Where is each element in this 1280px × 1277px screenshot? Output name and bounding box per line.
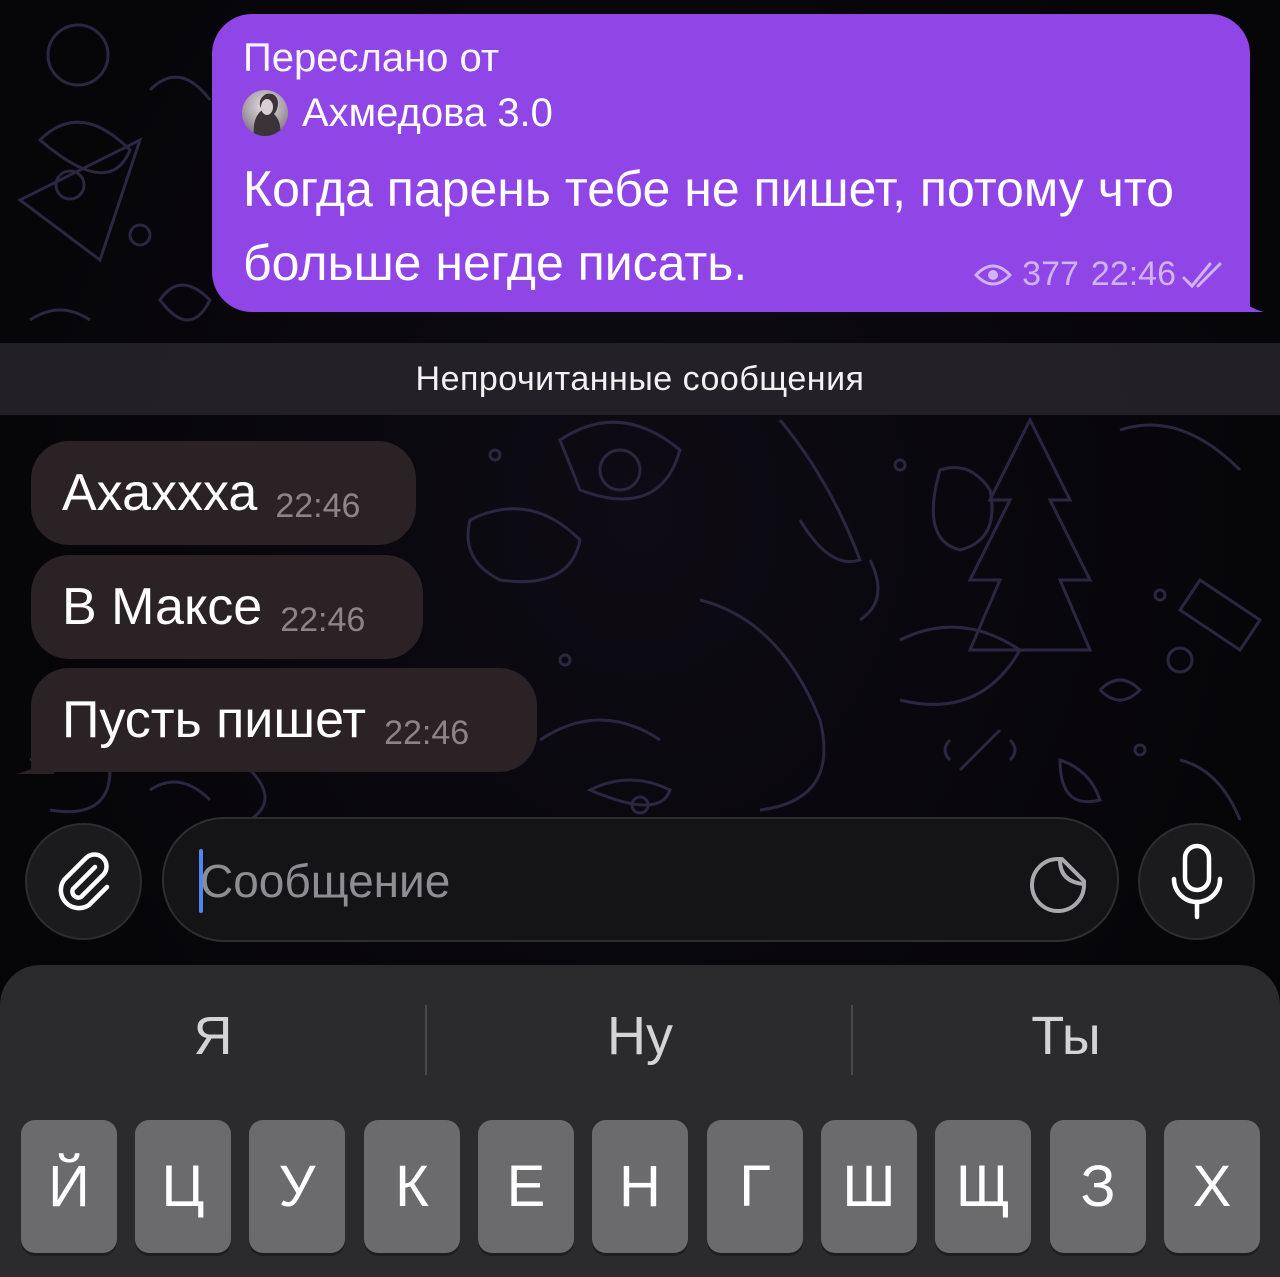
incoming-message[interactable]: Ахаххха 22:46 xyxy=(31,441,416,545)
microphone-icon xyxy=(1171,843,1222,919)
key-г[interactable]: Г xyxy=(707,1120,803,1253)
message-text: Ахаххха xyxy=(62,464,258,522)
suggestion-item[interactable]: Я xyxy=(0,1005,426,1075)
unread-divider-label: Непрочитанные сообщения xyxy=(415,359,865,398)
microphone-button[interactable] xyxy=(1138,823,1255,940)
unread-messages-divider: Непрочитанные сообщения xyxy=(0,343,1280,415)
message-time: 22:46 xyxy=(384,713,470,752)
sticker-icon[interactable] xyxy=(1028,855,1088,915)
double-check-icon xyxy=(1182,262,1222,288)
key-ц[interactable]: Ц xyxy=(135,1120,231,1253)
message-input-container[interactable] xyxy=(162,817,1119,942)
message-time: 22:46 xyxy=(275,486,361,525)
key-к[interactable]: К xyxy=(364,1120,460,1253)
incoming-bubble-tail xyxy=(16,730,54,774)
message-time: 22:46 xyxy=(280,600,366,639)
chat-screen: Переслано от Ахмедова 3.0 Когда парень т… xyxy=(0,0,1280,1277)
forwarded-from-label: Переслано от xyxy=(243,36,500,80)
source-avatar[interactable] xyxy=(242,90,288,136)
keyboard-suggestions: Я Ну Ты xyxy=(0,965,1280,1115)
key-ш[interactable]: Ш xyxy=(821,1120,917,1253)
avatar-silhouette-icon xyxy=(253,93,281,136)
key-н[interactable]: Н xyxy=(592,1120,688,1253)
suggestion-item[interactable]: Ну xyxy=(427,1005,853,1075)
suggestion-item[interactable]: Ты xyxy=(853,1005,1279,1075)
message-text: В Максе xyxy=(62,578,263,636)
key-й[interactable]: Й xyxy=(21,1120,117,1253)
text-caret xyxy=(199,849,203,913)
key-х[interactable]: Х xyxy=(1164,1120,1260,1253)
message-meta: 377 22:46 xyxy=(974,255,1228,294)
eye-icon xyxy=(974,264,1013,285)
message-text: Пусть пишет xyxy=(62,691,367,749)
incoming-message[interactable]: Пусть пишет 22:46 xyxy=(31,668,537,772)
message-time: 22:46 xyxy=(1090,255,1176,293)
key-щ[interactable]: Щ xyxy=(935,1120,1031,1253)
attach-button[interactable] xyxy=(25,823,142,940)
paperclip-icon xyxy=(58,851,109,910)
incoming-message[interactable]: В Максе 22:46 xyxy=(31,555,423,659)
message-input[interactable] xyxy=(198,845,1002,917)
outgoing-forwarded-message[interactable]: Переслано от Ахмедова 3.0 Когда парень т… xyxy=(212,14,1250,312)
key-у[interactable]: У xyxy=(249,1120,345,1253)
outgoing-bubble-tail xyxy=(1230,268,1264,312)
views-count: 377 xyxy=(1022,255,1079,293)
key-з[interactable]: З xyxy=(1050,1120,1146,1253)
key-е[interactable]: Е xyxy=(478,1120,574,1253)
forward-source-name[interactable]: Ахмедова 3.0 xyxy=(302,91,553,136)
